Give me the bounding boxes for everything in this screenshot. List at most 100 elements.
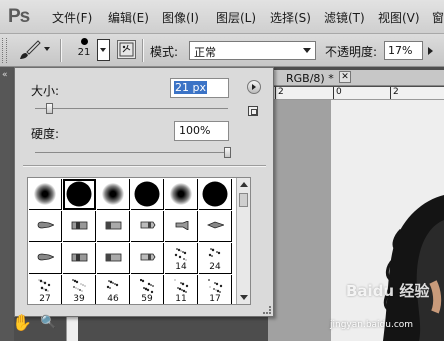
brush-preset-item[interactable] — [97, 243, 130, 274]
scroll-thumb[interactable] — [239, 193, 248, 207]
hardness-input[interactable]: 100% — [174, 121, 229, 141]
document-canvas[interactable] — [331, 100, 444, 341]
brush-preview[interactable]: 21 — [74, 38, 94, 58]
zoom-tool-icon[interactable]: 🔍 — [40, 315, 56, 330]
soft-brush-swatch-icon — [34, 183, 56, 205]
scatter-brush-icon — [72, 279, 86, 292]
opacity-label: 不透明度: — [325, 45, 378, 59]
brush-preset-item[interactable] — [199, 211, 232, 242]
brush-preset-item[interactable] — [131, 211, 164, 242]
collapse-panel-icon[interactable]: « — [2, 70, 8, 80]
brush-panel-icon — [119, 42, 134, 57]
brush-tip-icon — [140, 253, 156, 261]
brush-panel-button[interactable] — [117, 40, 136, 59]
menu-view[interactable]: 视图(V) — [378, 9, 420, 26]
brush-preset-item[interactable] — [29, 211, 62, 242]
menu-edit[interactable]: 编辑(E) — [108, 9, 149, 26]
scatter-brush-icon — [174, 279, 189, 293]
brush-presets-list: 14 24 27 39 46 59 11 17 — [27, 177, 251, 305]
brush-size-label: 21 — [77, 47, 91, 58]
scatter-brush-icon — [208, 279, 223, 293]
brush-preset-item[interactable] — [63, 211, 96, 242]
ruler-label: 2 — [275, 87, 284, 99]
brush-preset-item[interactable]: 59 — [131, 275, 164, 304]
presets-scrollbar[interactable] — [236, 178, 250, 304]
menu-filter[interactable]: 滤镜(T) — [324, 9, 365, 26]
brush-preset-item[interactable]: 17 — [199, 275, 232, 304]
hardness-slider-thumb[interactable] — [224, 147, 231, 158]
brush-preset-item[interactable] — [165, 179, 198, 210]
separator — [60, 39, 62, 62]
brush-preset-item[interactable]: 39 — [63, 275, 96, 304]
scroll-down-icon[interactable] — [240, 295, 248, 300]
hard-brush-swatch-icon — [66, 181, 92, 207]
brush-preset-item[interactable]: 14 — [165, 243, 198, 274]
separator — [142, 39, 144, 62]
brush-preset-size: 59 — [141, 294, 153, 304]
brush-picker-toggle[interactable] — [97, 39, 110, 61]
menu-image[interactable]: 图像(I) — [162, 9, 199, 26]
brush-preset-item[interactable] — [97, 179, 130, 210]
menu-select[interactable]: 选择(S) — [270, 9, 311, 26]
mode-label: 模式: — [150, 45, 179, 59]
scatter-brush-icon — [38, 279, 51, 292]
size-slider-thumb[interactable] — [46, 103, 54, 114]
watermark-url: jingyan.baidu.com — [330, 320, 414, 330]
menu-bar: Ps 文件(F) 编辑(E) 图像(I) 图层(L) 选择(S) 滤镜(T) 视… — [0, 0, 444, 34]
brush-preset-size: 14 — [175, 262, 187, 272]
scatter-brush-icon — [140, 279, 154, 294]
hardness-label: 硬度: — [31, 127, 60, 141]
document-tab-label: RGB/8) * — [286, 72, 334, 85]
resize-grip-icon[interactable] — [263, 306, 271, 314]
menu-layer[interactable]: 图层(L) — [216, 9, 256, 26]
flyout-menu-icon[interactable] — [247, 80, 261, 94]
close-icon[interactable]: ✕ — [339, 71, 351, 83]
brush-preset-item[interactable] — [97, 211, 130, 242]
brush-preset-picker: 大小: 21 px 硬度: 100% 14 24 27 39 46 59 11 17 — [14, 67, 274, 317]
brush-preset-size: 39 — [73, 294, 85, 304]
size-value: 21 px — [174, 81, 207, 94]
opacity-input[interactable]: 17% — [384, 41, 423, 60]
chevron-down-icon — [303, 48, 311, 53]
brush-preset-item[interactable] — [29, 243, 62, 274]
app-logo: Ps — [8, 6, 30, 27]
options-bar: 21 模式: 正常 不透明度: 17% — [0, 34, 444, 67]
brush-preset-item[interactable] — [131, 243, 164, 274]
new-preset-icon[interactable] — [248, 106, 258, 116]
scroll-up-icon[interactable] — [240, 182, 248, 187]
brush-presets-grid: 14 24 27 39 46 59 11 17 — [28, 178, 250, 304]
brush-preset-size: 46 — [107, 294, 119, 304]
tool-preset-arrow-icon[interactable] — [44, 47, 50, 51]
hardness-slider-track[interactable] — [35, 152, 228, 153]
hand-tool-icon[interactable]: ✋ — [12, 313, 32, 332]
brush-preset-item[interactable] — [131, 179, 164, 210]
ruler-label: 2 — [390, 87, 399, 99]
brush-preset-item[interactable] — [63, 179, 96, 210]
size-input[interactable]: 21 px — [170, 78, 229, 98]
options-grip[interactable] — [2, 38, 7, 63]
brush-tip-icon — [105, 221, 122, 230]
brush-preset-item[interactable] — [199, 179, 232, 210]
brush-preset-item[interactable]: 11 — [165, 275, 198, 304]
opacity-slider-arrow-icon[interactable] — [428, 47, 433, 55]
menu-window[interactable]: 窗 — [432, 9, 444, 26]
mode-select[interactable]: 正常 — [189, 41, 316, 60]
brush-preset-item[interactable]: 46 — [97, 275, 130, 304]
brush-preset-item[interactable] — [29, 179, 62, 210]
scatter-brush-icon — [208, 248, 221, 257]
document-tab[interactable]: RGB/8) * — [268, 70, 444, 86]
horizontal-ruler: 2 0 2 — [268, 87, 444, 100]
brush-tool-icon[interactable] — [17, 39, 41, 61]
brush-preset-item[interactable] — [165, 211, 198, 242]
menu-file[interactable]: 文件(F) — [52, 9, 92, 26]
brush-preset-item[interactable]: 27 — [29, 275, 62, 304]
hard-brush-swatch-icon — [134, 181, 160, 207]
brush-preset-item[interactable]: 24 — [199, 243, 232, 274]
divider — [23, 165, 266, 167]
brush-tip-icon — [175, 221, 189, 230]
ruler-label: 0 — [333, 87, 342, 99]
brush-preset-size: 27 — [39, 294, 51, 304]
brush-preset-item[interactable] — [63, 243, 96, 274]
size-slider-track[interactable] — [35, 108, 228, 109]
size-label: 大小: — [31, 84, 60, 98]
